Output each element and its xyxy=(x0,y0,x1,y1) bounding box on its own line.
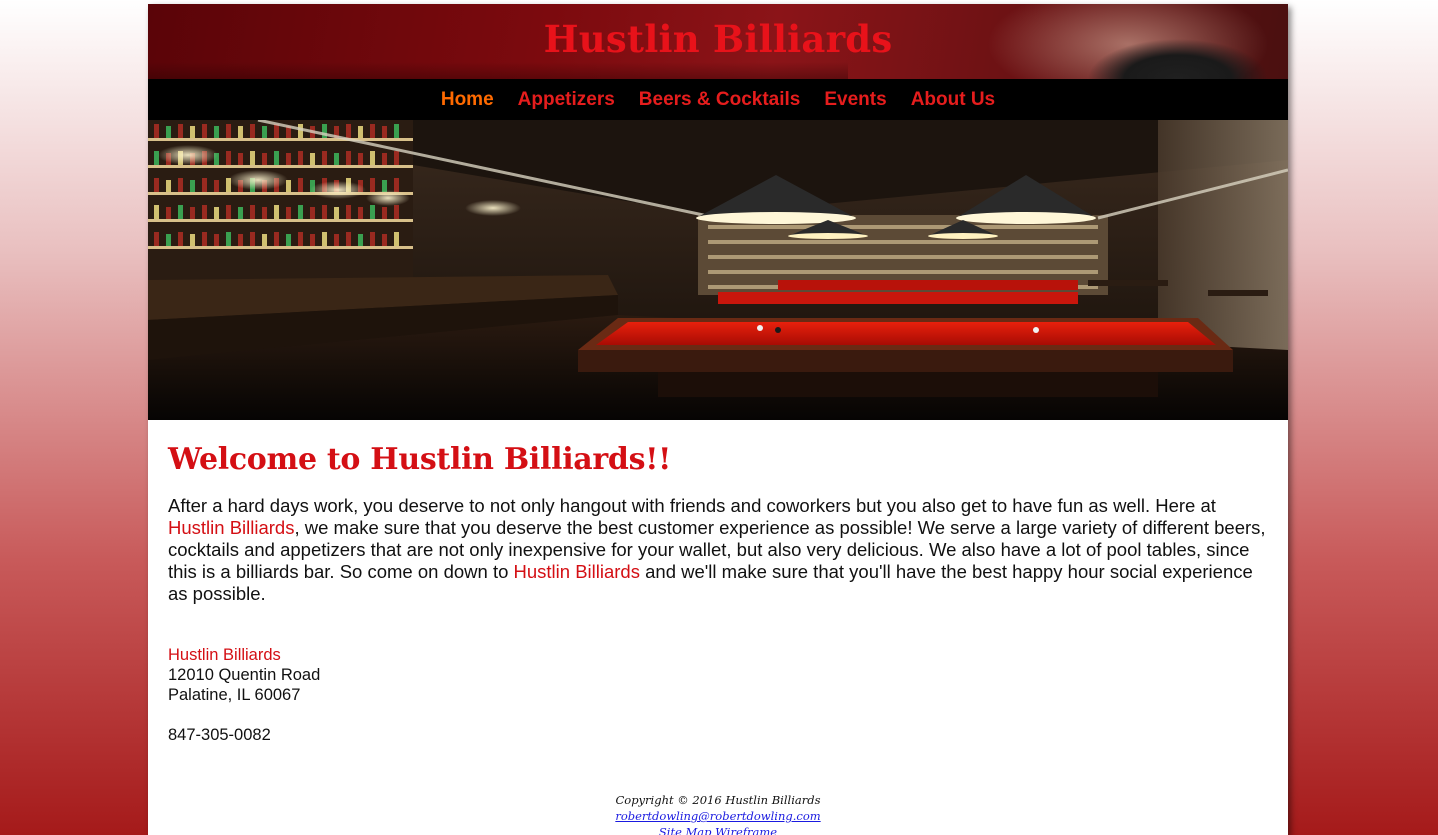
address-street: 12010 Quentin Road xyxy=(168,666,321,684)
nav-item-about-us[interactable]: About Us xyxy=(911,79,995,120)
main-content: Welcome to Hustlin Billiards!! After a h… xyxy=(168,442,1268,745)
nav-item-events[interactable]: Events xyxy=(824,79,886,120)
nav-item-home[interactable]: Home xyxy=(441,79,494,120)
page-wrapper: Hustlin Billiards Home Appetizers Beers … xyxy=(148,4,1288,835)
hero-image-billiards-bar xyxy=(148,120,1288,420)
intro-text-1: After a hard days work, you deserve to n… xyxy=(168,495,1216,516)
nav-list: Home Appetizers Beers & Cocktails Events… xyxy=(148,79,1288,120)
address-city: Palatine, IL 60067 xyxy=(168,686,301,704)
intro-business-name-2: Hustlin Billiards xyxy=(513,561,640,582)
footer-copyright: Copyright © 2016 Hustlin Billiards xyxy=(615,793,821,807)
nav-item-beers-cocktails[interactable]: Beers & Cocktails xyxy=(639,79,801,120)
nav-item-appetizers[interactable]: Appetizers xyxy=(518,79,615,120)
intro-business-name-1: Hustlin Billiards xyxy=(168,517,295,538)
site-title: Hustlin Billiards xyxy=(543,17,893,61)
footer-email-link[interactable]: robertdowling@robertdowling.com xyxy=(615,809,820,823)
address-name: Hustlin Billiards xyxy=(168,646,281,664)
welcome-heading: Welcome to Hustlin Billiards!! xyxy=(168,442,671,477)
site-header: Hustlin Billiards xyxy=(148,4,1288,79)
hero-illustration xyxy=(148,120,1288,420)
phone-number: 847-305-0082 xyxy=(168,726,271,744)
site-footer: Copyright © 2016 Hustlin Billiards rober… xyxy=(148,792,1288,835)
intro-paragraph: After a hard days work, you deserve to n… xyxy=(168,495,1268,605)
address-block: Hustlin Billiards 12010 Quentin Road Pal… xyxy=(168,645,1268,705)
header-banner-shading xyxy=(148,62,848,79)
main-nav: Home Appetizers Beers & Cocktails Events… xyxy=(148,79,1288,120)
footer-sitemap-link[interactable]: Site Map Wireframe xyxy=(659,825,777,835)
